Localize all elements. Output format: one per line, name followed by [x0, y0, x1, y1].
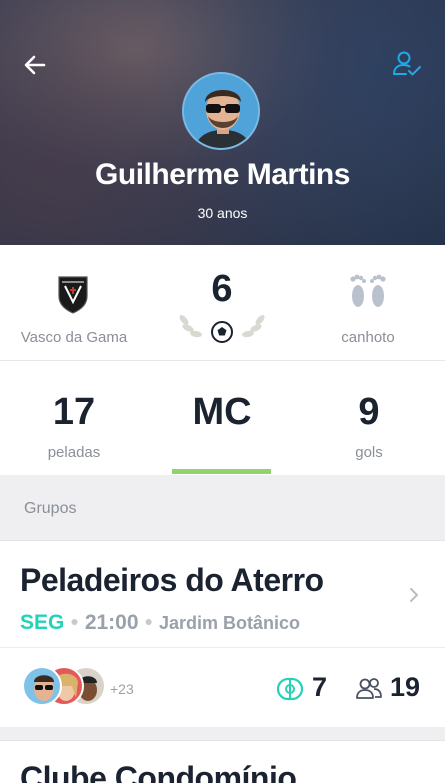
soccer-ball-icon	[211, 321, 233, 343]
vasco-crest-icon	[56, 274, 90, 314]
people-icon	[355, 676, 383, 702]
members-count: 19	[390, 672, 421, 702]
group-time: 21:00	[84, 611, 139, 634]
soccer-field-icon	[276, 676, 304, 702]
group-schedule: SEG ● 21:00 ● Jardim Botânico	[20, 611, 301, 634]
shirt-number: 6	[211, 268, 233, 310]
divider	[0, 647, 445, 648]
groups-section-label: Grupos	[24, 500, 77, 517]
club-name: Vasco da Gama	[20, 329, 128, 346]
group-day: SEG	[20, 611, 65, 634]
member-avatars	[22, 666, 112, 710]
goals-count: 9	[358, 391, 380, 433]
divider	[0, 360, 445, 361]
group-place: Jardim Botânico	[159, 613, 301, 633]
profile-action-button[interactable]	[392, 49, 422, 79]
chevron-right-icon	[407, 586, 421, 604]
games-label: peladas	[47, 444, 101, 461]
profile-name: Guilherme Martins	[95, 158, 350, 191]
fields-count: 7	[312, 672, 328, 702]
laurel-ball	[172, 308, 272, 348]
arrow-left-icon	[24, 55, 46, 75]
avatar	[182, 72, 260, 150]
back-button[interactable]	[22, 52, 48, 78]
avatar	[22, 666, 62, 706]
group-name: Peladeiros do Aterro	[20, 562, 324, 598]
position: MC	[192, 391, 252, 433]
profile-age: 30 anos	[197, 205, 248, 221]
games-count: 17	[52, 391, 96, 433]
preferred-foot: canhoto	[341, 329, 395, 346]
goals-label: gols	[355, 444, 383, 461]
position-underline	[172, 469, 271, 474]
group-name: Clube Condomínio	[20, 760, 297, 783]
more-members-count: +23	[110, 681, 134, 697]
footprints-icon	[344, 270, 392, 312]
user-check-icon	[393, 51, 421, 76]
